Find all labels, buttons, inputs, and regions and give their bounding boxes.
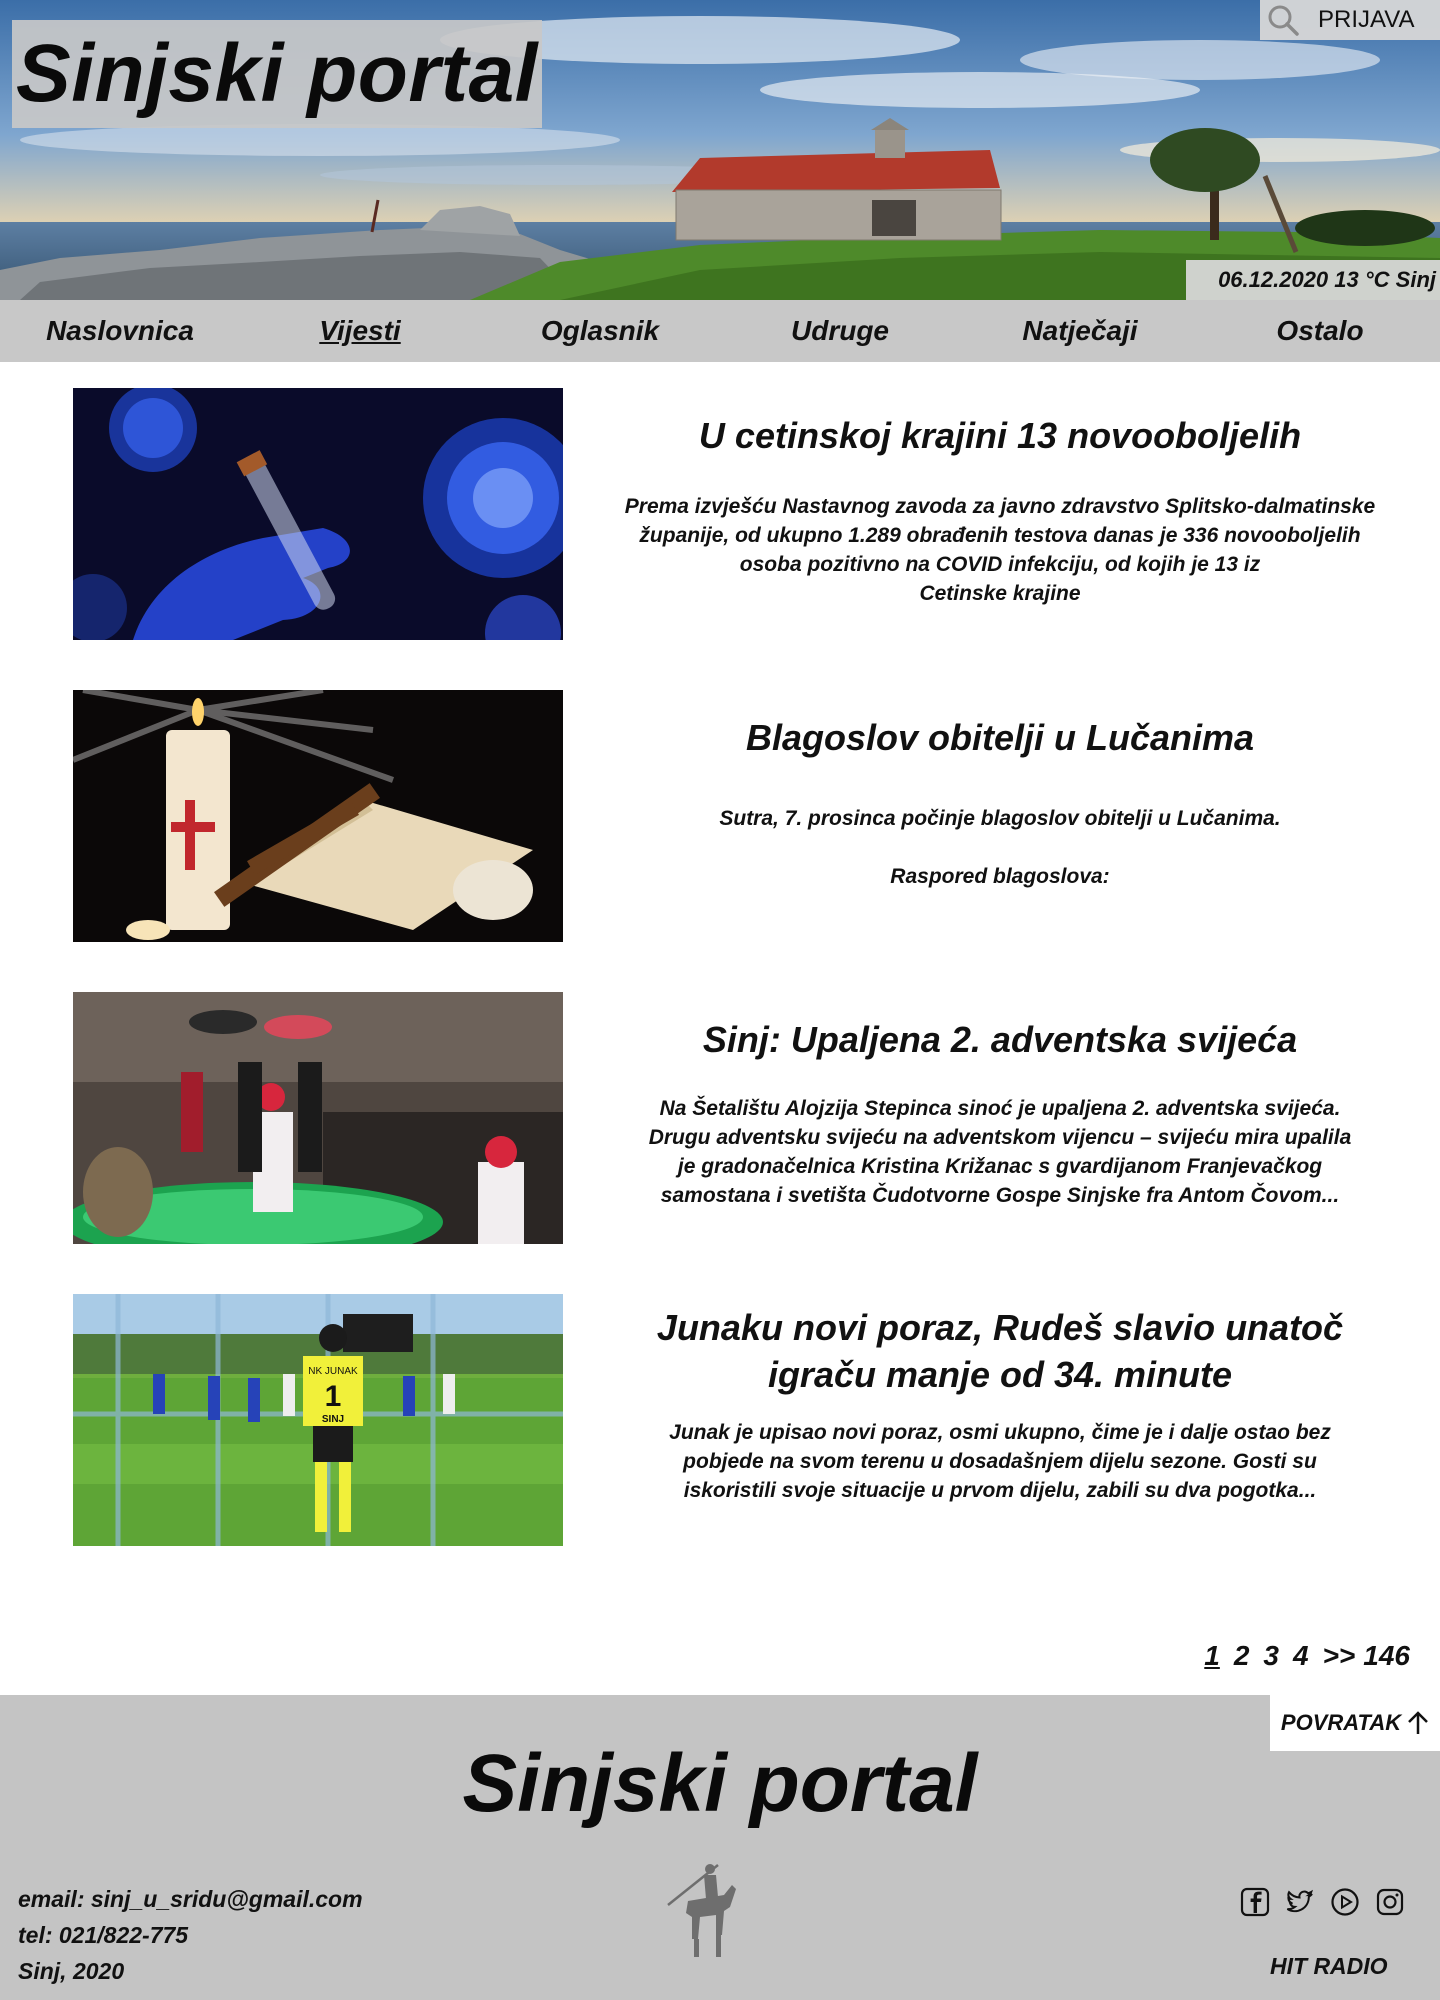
article-card: Blagoslov obitelji u Lučanima Sutra, 7. … — [0, 690, 1440, 944]
article-title[interactable]: U cetinskoj krajini 13 novooboljelih — [580, 412, 1420, 459]
excerpt-line: Prema izvješću Nastavnog zavoda za javno… — [624, 495, 1376, 518]
nav-item-label: Natječaji — [1022, 315, 1138, 346]
nav-item-naslovnica[interactable]: Naslovnica — [0, 300, 240, 362]
back-to-top-label: POVRATAK — [1280, 1710, 1402, 1735]
social-links — [1240, 1887, 1405, 1917]
contact-place-year: Sinj, 2020 — [18, 1958, 125, 1984]
excerpt-line: Drugu adventsku svijeću na adventskom vi… — [648, 1126, 1352, 1149]
page-link-3[interactable]: 3 — [1263, 1640, 1279, 1672]
article-image-football-match[interactable]: NK JUNAK 1 SINJ — [73, 1294, 563, 1546]
search-icon[interactable] — [1260, 0, 1306, 40]
page-link-1[interactable]: 1 — [1204, 1640, 1220, 1672]
main-nav: Naslovnica Vijesti Oglasnik Udruge Natje… — [0, 300, 1440, 362]
date-weather-readout: 06.12.2020 13 °C Sinj — [1186, 260, 1440, 300]
article-card: U cetinskoj krajini 13 novooboljelih Pre… — [0, 388, 1440, 642]
article-image-virus[interactable] — [73, 388, 563, 640]
page-link-2[interactable]: 2 — [1234, 1640, 1250, 1672]
article-image-advent-candle[interactable] — [73, 992, 563, 1244]
youtube-icon[interactable] — [1330, 1887, 1360, 1917]
contact-info: email: sinj_u_sridu@gmail.com tel: 021/8… — [18, 1881, 363, 1989]
alkar-horseman-logo — [667, 1864, 736, 1957]
article-title-line: Junaku novi poraz, Rudeš slavio unatoč — [656, 1307, 1344, 1348]
excerpt-line: županije, od ukupno 1.289 obrađenih test… — [639, 524, 1361, 547]
excerpt-line — [580, 833, 1420, 862]
excerpt-line: iskoristili svoje situacije u prvom dije… — [683, 1479, 1317, 1502]
excerpt-line: Raspored blagoslova: — [890, 865, 1110, 888]
excerpt-line: Cetinske krajine — [919, 582, 1081, 605]
nav-item-label: Ostalo — [1276, 315, 1364, 346]
excerpt-line: osoba pozitivno na COVID infekciju, od k… — [739, 553, 1261, 576]
jersey-number: 1 — [325, 1380, 342, 1413]
nav-item-label: Oglasnik — [540, 315, 660, 346]
page-link-4[interactable]: 4 — [1293, 1640, 1309, 1672]
login-link[interactable]: PRIJAVA — [1318, 6, 1414, 34]
contact-phone: tel: 021/822-775 — [18, 1922, 189, 1948]
nav-item-udruge[interactable]: Udruge — [720, 300, 960, 362]
hit-radio-link[interactable]: HIT RADIO — [1270, 1953, 1388, 1980]
jersey-town: SINJ — [322, 1414, 344, 1425]
contact-email[interactable]: email: sinj_u_sridu@gmail.com — [18, 1881, 363, 1917]
article-excerpt: Prema izvješću Nastavnog zavoda za javno… — [580, 492, 1420, 608]
site-logo[interactable]: Sinjski portal — [12, 20, 542, 128]
jersey-text: NK JUNAK — [308, 1366, 358, 1377]
excerpt-line: Sutra, 7. prosinca počinje blagoslov obi… — [719, 807, 1281, 830]
excerpt-line: pobjede na svom terenu u dosadašnjem dij… — [683, 1450, 1317, 1473]
login-bar: PRIJAVA — [1260, 0, 1440, 40]
article-title[interactable]: Blagoslov obitelji u Lučanima — [580, 714, 1420, 761]
twitter-icon[interactable] — [1285, 1887, 1315, 1917]
excerpt-line: je gradonačelnica Kristina Križanac s gv… — [677, 1155, 1323, 1178]
article-card: NK JUNAK 1 SINJ Junaku novi poraz, Rudeš… — [0, 1294, 1440, 1548]
nav-item-ostalo[interactable]: Ostalo — [1200, 300, 1440, 362]
footer-logo[interactable]: Sinjski portal — [0, 1737, 1440, 1831]
pagination: 1 2 3 4 >> 146 — [1190, 1636, 1410, 1676]
article-title[interactable]: Sinj: Upaljena 2. adventska svijeća — [580, 1016, 1420, 1063]
article-title-line: igraču manje od 34. minute — [767, 1354, 1233, 1395]
nav-item-natjecaji[interactable]: Natječaji — [960, 300, 1200, 362]
article-excerpt: Junak je upisao novi poraz, osmi ukupno,… — [580, 1418, 1420, 1505]
article-excerpt: Na Šetalištu Alojzija Stepinca sinoć je … — [580, 1094, 1420, 1210]
article-card: Sinj: Upaljena 2. adventska svijeća Na Š… — [0, 992, 1440, 1246]
page-next-link[interactable]: >> — [1323, 1640, 1356, 1672]
excerpt-line: Na Šetalištu Alojzija Stepinca sinoć je … — [659, 1097, 1341, 1120]
page-last-link[interactable]: 146 — [1363, 1640, 1410, 1672]
site-footer: POVRATAK Sinjski portal email: sinj_u_sr… — [0, 1695, 1440, 2000]
nav-item-vijesti[interactable]: Vijesti — [240, 300, 480, 362]
article-title[interactable]: Junaku novi poraz, Rudeš slavio unatoč i… — [580, 1304, 1420, 1398]
nav-item-oglasnik[interactable]: Oglasnik — [480, 300, 720, 362]
arrow-up-icon — [1408, 1711, 1428, 1734]
excerpt-line: samostana i svetišta Čudotvorne Gospe Si… — [660, 1184, 1340, 1207]
article-excerpt: Sutra, 7. prosinca počinje blagoslov obi… — [580, 804, 1420, 891]
site-header: Sinjski portal PRIJAVA 06.12.2020 13 °C … — [0, 0, 1440, 300]
nav-item-label: Naslovnica — [46, 315, 194, 346]
instagram-icon[interactable] — [1375, 1887, 1405, 1917]
nav-item-label: Vijesti — [319, 315, 401, 346]
excerpt-line: Junak je upisao novi poraz, osmi ukupno,… — [669, 1421, 1331, 1444]
facebook-icon[interactable] — [1240, 1887, 1270, 1917]
article-image-candle-cross[interactable] — [73, 690, 563, 942]
nav-item-label: Udruge — [791, 315, 889, 346]
